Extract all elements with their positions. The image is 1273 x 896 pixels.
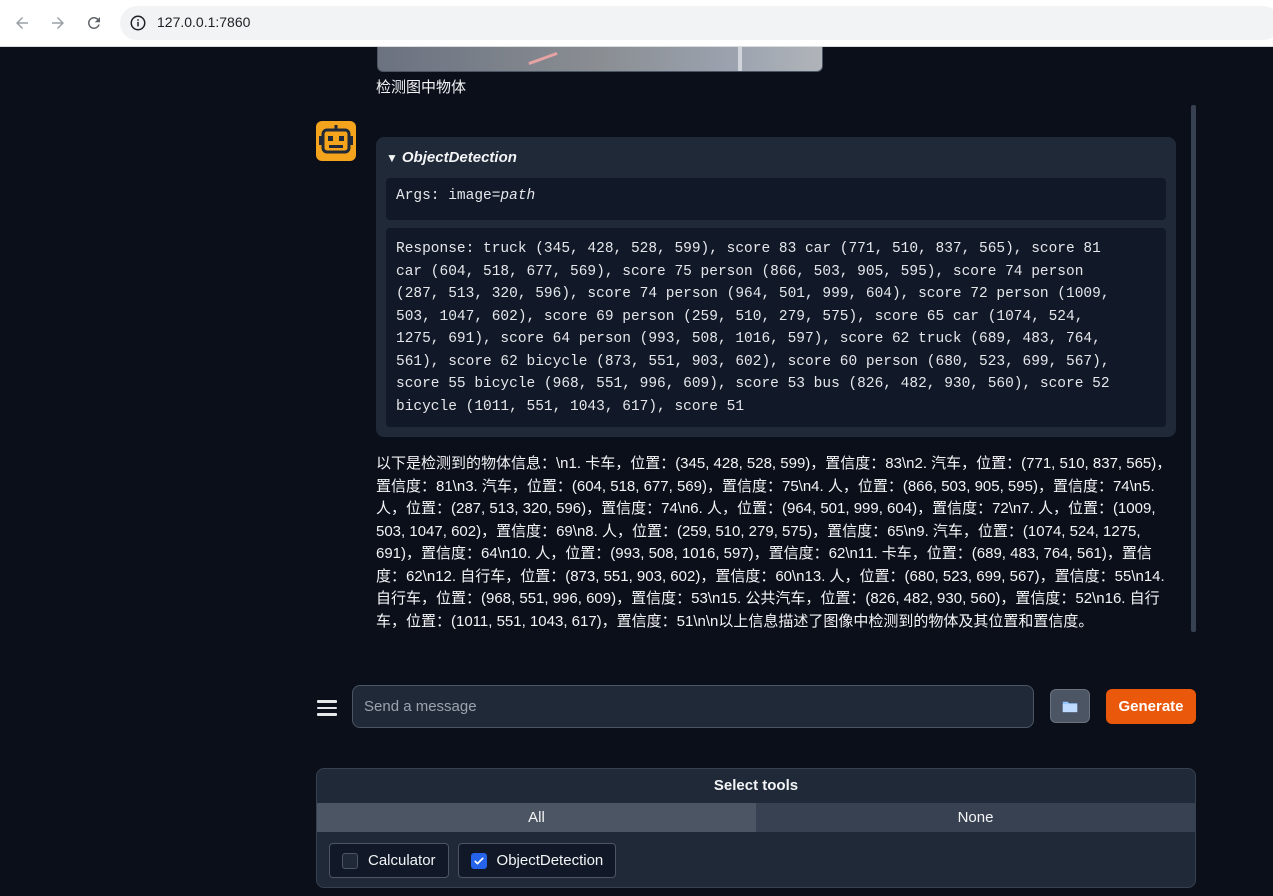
tool-call-summary[interactable]: ▼ ObjectDetection bbox=[386, 149, 517, 166]
site-info-icon[interactable] bbox=[129, 14, 147, 32]
uploaded-image-thumbnail bbox=[377, 47, 823, 72]
disclosure-triangle-icon: ▼ bbox=[386, 151, 398, 165]
select-all-button[interactable]: All bbox=[317, 803, 756, 832]
folder-icon bbox=[1062, 701, 1078, 712]
message-input[interactable] bbox=[352, 685, 1034, 728]
tool-checkbox-group: Calculator ObjectDetection bbox=[329, 843, 617, 878]
tool-call-details[interactable]: ▼ ObjectDetection Args: image=path Respon… bbox=[376, 137, 1176, 437]
select-tools-buttons: All None bbox=[317, 803, 1195, 832]
reload-button[interactable] bbox=[82, 11, 106, 35]
address-bar[interactable]: 127.0.0.1:7860 bbox=[120, 6, 1273, 40]
tool-option-label: ObjectDetection bbox=[496, 852, 604, 869]
menu-icon[interactable] bbox=[317, 700, 337, 718]
robot-icon bbox=[319, 125, 353, 154]
tool-option-calculator[interactable]: Calculator bbox=[329, 843, 449, 878]
back-arrow-icon bbox=[16, 17, 28, 29]
check-icon bbox=[473, 857, 484, 864]
select-tools-panel: Select tools All None Calculator ObjectD… bbox=[316, 768, 1196, 888]
user-message: 检测图中物体 bbox=[376, 79, 467, 96]
forward-arrow-icon bbox=[52, 17, 64, 29]
tool-args-value: path bbox=[500, 188, 536, 204]
tool-option-label: Calculator bbox=[368, 852, 436, 869]
tool-name: ObjectDetection bbox=[401, 149, 517, 166]
back-button[interactable] bbox=[10, 11, 34, 35]
upload-button[interactable] bbox=[1050, 689, 1090, 723]
select-none-button[interactable]: None bbox=[756, 803, 1195, 832]
reload-icon bbox=[87, 16, 100, 29]
tool-args-prefix: Args: image= bbox=[396, 188, 501, 204]
tool-response: Response: truck (345, 428, 528, 599), sc… bbox=[386, 228, 1166, 427]
objectdetection-checkbox[interactable] bbox=[470, 852, 487, 869]
tool-args: Args: image=path bbox=[386, 178, 1166, 220]
bot-avatar bbox=[316, 121, 356, 161]
tool-option-objectdetection[interactable]: ObjectDetection bbox=[457, 843, 617, 878]
bot-answer: 以下是检测到的物体信息：\n1. 卡车，位置：(345, 428, 528, 5… bbox=[376, 455, 1172, 630]
forward-button[interactable] bbox=[46, 11, 70, 35]
chat-app: 检测图中物体 ▼ ObjectDetection Args: image=path… bbox=[0, 47, 1273, 896]
chat-scrollbar[interactable] bbox=[1191, 105, 1196, 632]
url-text: 127.0.0.1:7860 bbox=[157, 14, 251, 30]
browser-toolbar: 127.0.0.1:7860 bbox=[0, 0, 1273, 47]
generate-button[interactable]: Generate bbox=[1106, 689, 1196, 724]
select-tools-title: Select tools bbox=[713, 777, 799, 794]
calculator-checkbox[interactable] bbox=[342, 852, 358, 869]
